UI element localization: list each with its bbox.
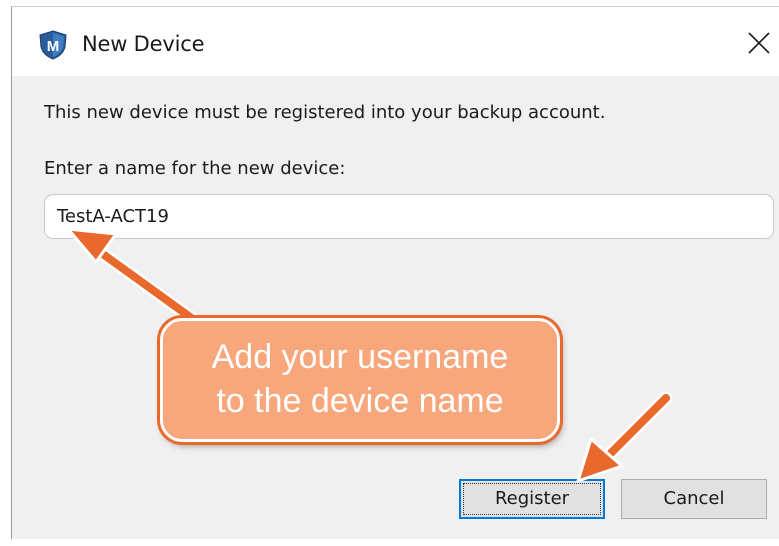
callout-text: Add your username to the device name xyxy=(211,338,509,420)
svg-text:M: M xyxy=(47,38,60,55)
shield-m-icon: M xyxy=(36,29,70,61)
dialog-content: This new device must be registered into … xyxy=(12,76,779,539)
registration-message: This new device must be registered into … xyxy=(44,102,606,123)
device-name-label: Enter a name for the new device: xyxy=(44,158,346,179)
title-bar: M New Device xyxy=(12,7,779,76)
new-device-dialog: M New Device This new device must be reg… xyxy=(11,6,779,539)
register-button-label: Register xyxy=(463,483,601,515)
window-title: New Device xyxy=(82,32,205,56)
device-name-input[interactable] xyxy=(44,194,774,239)
register-button[interactable]: Register xyxy=(459,479,605,519)
close-icon xyxy=(743,32,779,65)
annotation-callout: Add your username to the device name xyxy=(160,318,560,442)
close-button[interactable] xyxy=(743,25,779,61)
cancel-button[interactable]: Cancel xyxy=(621,479,767,519)
